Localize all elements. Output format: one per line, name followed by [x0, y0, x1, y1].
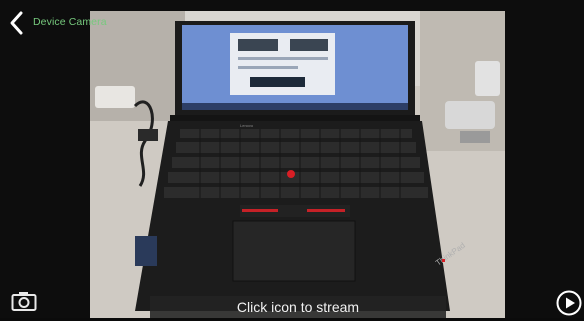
- play-button[interactable]: [556, 290, 582, 316]
- chevron-left-icon: [10, 11, 23, 35]
- back-button[interactable]: [8, 10, 26, 36]
- camera-button[interactable]: [11, 291, 37, 312]
- page-title: Device Camera: [33, 16, 107, 28]
- trackpoint: [287, 170, 295, 178]
- play-circle-icon: [556, 290, 582, 316]
- screen-window-2: [290, 39, 328, 51]
- camera-feed-image: Lenovo ThinkPad: [90, 11, 505, 318]
- laptop-brand-text: Lenovo: [240, 123, 254, 128]
- camera-icon: [11, 292, 37, 311]
- camera-screen: Lenovo ThinkPad Device Camera Click icon…: [0, 0, 584, 318]
- top-bar: Device Camera: [0, 0, 584, 40]
- screen-window-1: [238, 39, 278, 51]
- stream-hint-banner[interactable]: Click icon to stream: [150, 296, 446, 318]
- camera-feed: Lenovo ThinkPad: [90, 11, 505, 318]
